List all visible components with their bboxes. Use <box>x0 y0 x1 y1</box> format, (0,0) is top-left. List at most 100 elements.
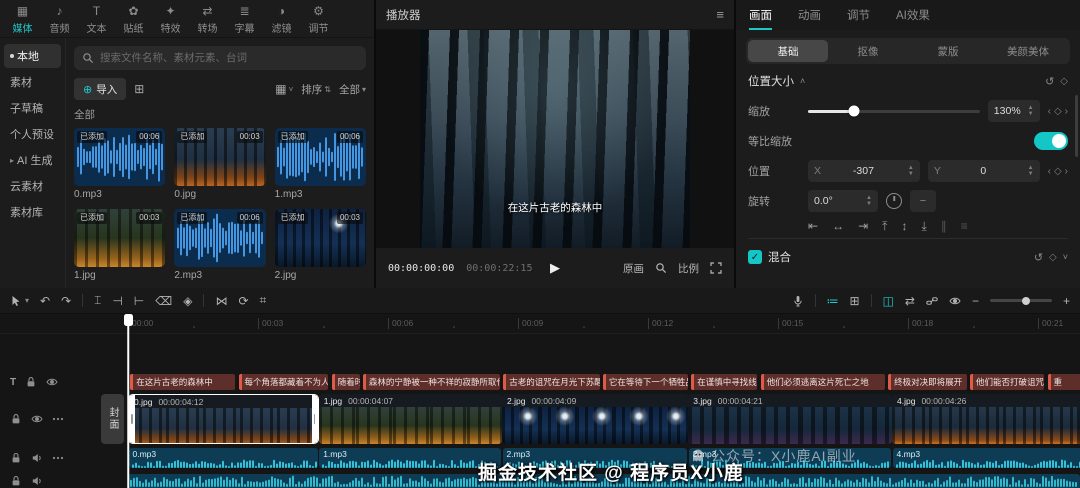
ribbon-tab-text[interactable]: T 文本 <box>78 3 115 37</box>
subtitle-clip[interactable]: 重 <box>1047 374 1080 390</box>
subtitle-clip[interactable]: 他们能否打破诅咒 <box>970 374 1045 390</box>
clip-trim-handle-left[interactable] <box>129 395 135 443</box>
sort-dropdown[interactable]: 排序 ⇅ <box>301 82 331 97</box>
keyframe-diamond-icon[interactable]: ◇ <box>1060 76 1068 87</box>
search-input[interactable] <box>100 52 358 64</box>
ribbon-tab-sticker[interactable]: ✿ 贴纸 <box>115 3 152 37</box>
add-keyframe-icon[interactable]: ◇ <box>1054 106 1062 117</box>
select-tool-dropdown-button[interactable]: ▾ <box>25 296 29 305</box>
next-keyframe-icon[interactable]: › <box>1065 106 1068 117</box>
mute-track-icon[interactable] <box>31 475 43 487</box>
video-preview[interactable]: 在这片古老的森林中 <box>420 30 690 248</box>
ribbon-tab-audio[interactable]: ♪ 音频 <box>41 3 78 37</box>
crop-button[interactable]: ⌗ <box>260 293 267 308</box>
cover-button[interactable]: 封面 <box>101 394 124 444</box>
lock-track-icon[interactable] <box>10 413 22 425</box>
subtitle-clip[interactable]: 在这片古老的森林中 <box>130 374 235 390</box>
hide-track-icon[interactable] <box>46 376 58 388</box>
ribbon-tab-transitions[interactable]: ⇄ 转场 <box>189 3 226 37</box>
fullscreen-icon[interactable] <box>710 262 722 274</box>
expand-icon[interactable]: ˅ <box>1063 252 1068 262</box>
subtitle-clip[interactable]: 古老的诅咒在月光下苏醒 <box>503 374 600 390</box>
props-tab-picture[interactable]: 画面 <box>736 0 785 30</box>
more-icon[interactable] <box>52 452 64 464</box>
lock-track-icon[interactable] <box>10 452 22 464</box>
align-middle-vertical-icon[interactable]: ↕ <box>901 219 907 234</box>
props-subtab-beauty[interactable]: 美颜美体 <box>988 40 1068 62</box>
auto-captions-button[interactable]: ≔ <box>827 294 839 308</box>
delete-button[interactable]: ⌫ <box>155 294 172 308</box>
collapse-icon[interactable]: ˄ <box>800 76 805 86</box>
scale-slider[interactable] <box>808 105 980 117</box>
align-top-icon[interactable]: ⤒ <box>882 219 887 234</box>
position-x-field[interactable]: X -307 ▲ ▼ <box>808 160 920 182</box>
timeline-zoom-in-button[interactable]: + <box>1063 294 1070 308</box>
view-mode-dropdown[interactable]: ▦ ˅ <box>275 82 293 96</box>
rotate-value-box[interactable]: 0.0° ▲ ▼ <box>808 190 878 212</box>
play-button[interactable]: ▶ <box>550 260 560 276</box>
props-tab-adjust[interactable]: 调节 <box>834 0 883 30</box>
main-track-magnet-button[interactable]: ◫ <box>883 294 894 308</box>
preview-axis-button[interactable] <box>949 295 961 307</box>
preview-zoom-icon[interactable] <box>655 262 667 274</box>
props-subtab-matting[interactable]: 抠像 <box>828 40 908 62</box>
auto-snap-button[interactable]: ⇄ <box>905 294 915 308</box>
sidebar-item-sub-draft[interactable]: 子草稿 <box>4 96 61 120</box>
subtitle-clip[interactable]: 每个角落都藏着不为人知的秘密 <box>238 374 328 390</box>
rotate-minus-button[interactable]: − <box>910 190 936 212</box>
align-center-horizontal-icon[interactable]: ↔ <box>832 219 844 234</box>
ribbon-tab-captions[interactable]: ≣ 字幕 <box>226 3 263 37</box>
blend-checkbox[interactable]: ✓ <box>748 250 762 264</box>
mask-button[interactable]: ◈ <box>183 294 192 308</box>
align-left-icon[interactable]: ⇤ <box>808 219 818 234</box>
record-audio-button[interactable] <box>792 295 804 307</box>
import-button[interactable]: ⊕ 导入 <box>74 78 127 100</box>
player-menu-icon[interactable]: ≡ <box>716 7 724 22</box>
sidebar-item-presets[interactable]: 个人预设 <box>4 122 61 146</box>
video-clip-4.jpg[interactable]: 4.jpg 00:00:04:26 <box>892 394 1080 444</box>
reset-icon[interactable]: ↺ <box>1034 251 1043 264</box>
prev-keyframe-icon[interactable]: ‹ <box>1048 166 1051 177</box>
sidebar-item-materials[interactable]: 素材 <box>4 70 61 94</box>
audio-clip-0.mp3[interactable]: 0.mp3 <box>128 448 318 468</box>
props-tab-animation[interactable]: 动画 <box>785 0 834 30</box>
clip-trim-handle-right[interactable] <box>311 395 318 443</box>
video-clip-2.jpg[interactable]: 2.jpg 00:00:04:09 <box>502 394 689 444</box>
align-right-icon[interactable]: ⇥ <box>858 219 868 234</box>
media-item-0.mp3[interactable]: 已添加 00:06 0.mp3 <box>74 128 166 200</box>
subtitle-clip[interactable]: 随着时间 <box>331 374 360 390</box>
slider-thumb[interactable] <box>848 105 860 117</box>
sidebar-item-ai-generate[interactable]: ▸ AI 生成 <box>4 148 61 172</box>
subtitle-clip[interactable]: 森林的宁静被一种不祥的寂静所取代 <box>362 374 501 390</box>
rotate-dial[interactable] <box>886 193 902 209</box>
next-keyframe-icon[interactable]: › <box>1065 166 1068 177</box>
position-y-field[interactable]: Y 0 ▲ ▼ <box>927 160 1040 182</box>
redo-button[interactable]: ↷ <box>61 294 71 308</box>
filter-dropdown[interactable]: 全部 ▾ <box>339 82 366 97</box>
stepper-icons[interactable]: ▲ ▼ <box>866 195 872 207</box>
rotate-button[interactable]: ⟳ <box>238 294 248 308</box>
tracks-area[interactable]: 在这片古老的森林中 每个角落都藏着不为人知的秘密随着时间森林的宁静被一种不祥的寂静… <box>0 334 1080 488</box>
timeline-zoom-slider[interactable] <box>989 299 1052 302</box>
props-tab-ai-effects[interactable]: AI效果 <box>883 0 943 30</box>
timeline-ruler[interactable]: 00:00 00:03 00:06 00:09 00:12 00:15 00:18 00:21 <box>0 314 1080 334</box>
audio-clip-1.mp3[interactable]: 1.mp3 <box>319 448 501 468</box>
align-bottom-icon[interactable]: ⤓ <box>921 219 926 234</box>
search-box[interactable] <box>74 46 366 70</box>
subtitle-clip[interactable]: 在谨慎中寻找线索 <box>691 374 757 390</box>
uniform-scale-toggle[interactable] <box>1034 132 1068 150</box>
props-subtab-basic[interactable]: 基础 <box>748 40 828 62</box>
timeline-zoom-out-button[interactable]: − <box>972 294 979 308</box>
video-clip-3.jpg[interactable]: 3.jpg 00:00:04:21 <box>688 394 892 444</box>
hide-track-icon[interactable] <box>31 413 43 425</box>
media-item-1.mp3[interactable]: 已添加 00:06 1.mp3 <box>274 128 366 200</box>
grid-view-icon[interactable]: ⊞ <box>134 82 144 96</box>
select-tool-button[interactable] <box>10 295 22 307</box>
scale-value-box[interactable]: 130% ▲ ▼ <box>987 100 1040 122</box>
subtitle-clip[interactable]: 他们必须逃离这片死亡之地 <box>760 374 885 390</box>
stepper-icons[interactable]: ▲ ▼ <box>1028 105 1034 117</box>
ribbon-tab-effects[interactable]: ✦ 特效 <box>152 3 189 37</box>
stepper-icons[interactable]: ▲ ▼ <box>908 165 914 177</box>
split-button[interactable]: ⌶ <box>94 293 101 308</box>
distribute-horizontal-icon[interactable]: ∥ <box>941 219 947 234</box>
